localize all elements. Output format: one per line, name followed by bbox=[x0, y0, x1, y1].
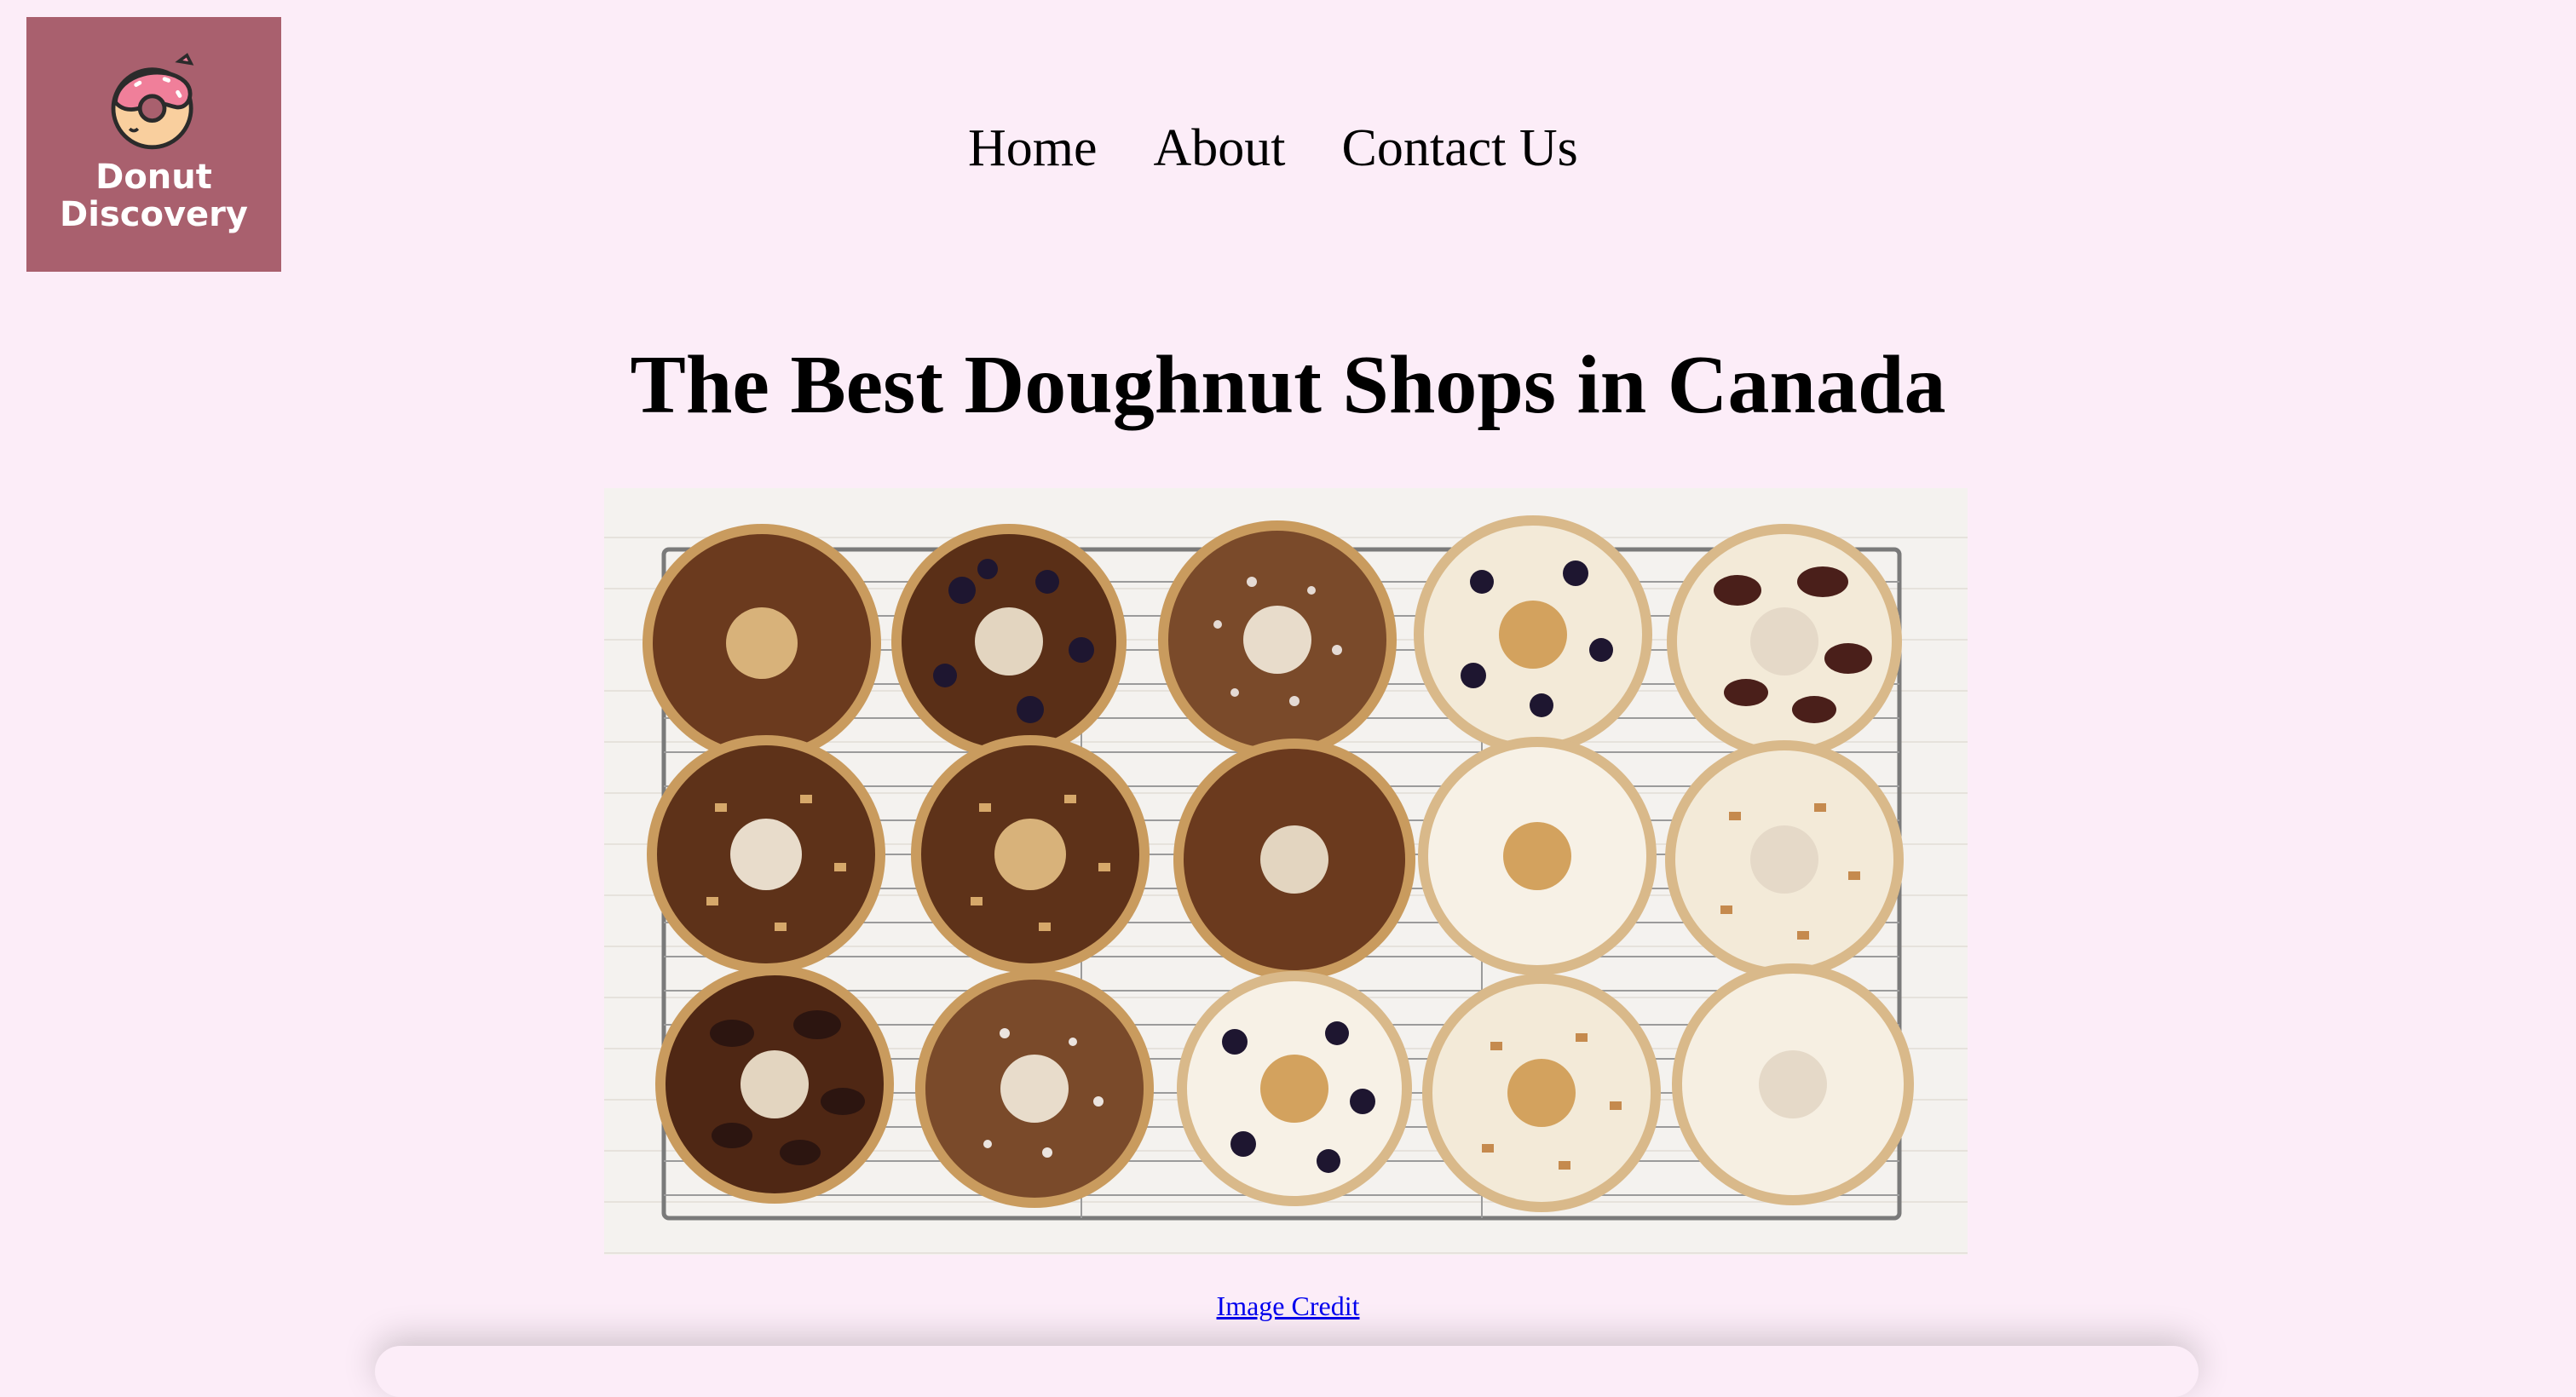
donuts-on-rack-illustration bbox=[604, 488, 1968, 1255]
nav-contact-link[interactable]: Contact Us bbox=[1342, 111, 1578, 186]
donut-icon bbox=[111, 53, 193, 150]
nav-home-link[interactable]: Home bbox=[968, 111, 1098, 186]
logo-line-2: Discovery bbox=[60, 195, 248, 234]
site-logo[interactable]: Donut Discovery bbox=[26, 17, 281, 272]
nav-about-link[interactable]: About bbox=[1154, 111, 1286, 186]
page-title: The Best Doughnut Shops in Canada bbox=[630, 339, 1946, 431]
logo-line-1: Donut bbox=[95, 158, 212, 197]
hero-image bbox=[604, 488, 1968, 1255]
image-credit-link[interactable]: Image Credit bbox=[1217, 1291, 1360, 1321]
main-nav: Home About Contact Us bbox=[968, 111, 1578, 186]
image-credit: Image Credit bbox=[0, 1291, 2576, 1322]
content-card-edge bbox=[375, 1346, 2199, 1397]
logo-text: Donut Discovery bbox=[60, 158, 248, 233]
